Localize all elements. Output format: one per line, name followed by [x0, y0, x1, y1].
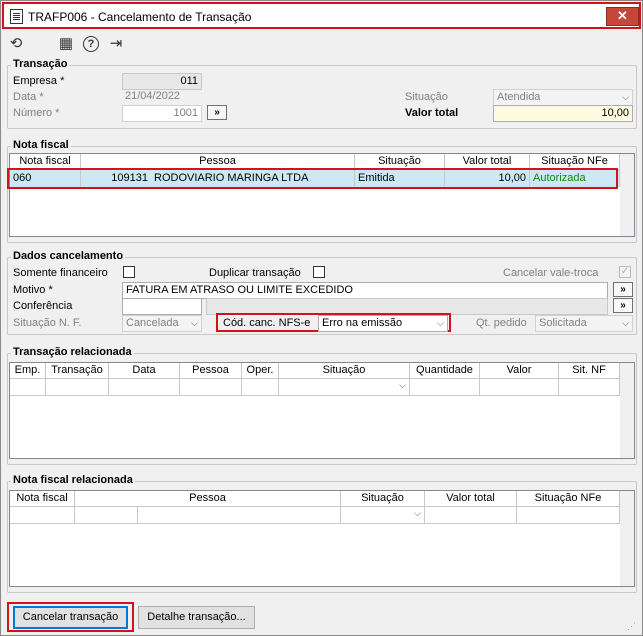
transacao-relacionada-grid: Emp. Transação Data Pessoa Oper. Situaçã… — [9, 362, 635, 459]
cod-canc-label: Cód. canc. NFS-e — [223, 317, 311, 329]
cancelar-vale-label: Cancelar vale-troca — [503, 267, 599, 279]
motivo-field[interactable]: FATURA EM ATRASO OU LIMITE EXCEDIDO — [122, 282, 608, 299]
empty-cell[interactable] — [10, 379, 46, 396]
col-pessoa[interactable]: Pessoa — [75, 491, 341, 507]
col-situacao-nfe[interactable]: Situação NFe — [517, 491, 620, 507]
motivo-label: Motivo * — [13, 284, 53, 296]
numero-label: Número * — [13, 107, 60, 119]
row-highlight — [7, 168, 618, 189]
nota-fiscal-relacionada-grid: Nota fiscal Pessoa Situação Valor total … — [9, 490, 635, 587]
grid-scrollbar[interactable] — [620, 491, 634, 586]
help-icon[interactable]: ? — [83, 36, 99, 52]
conferencia-field[interactable] — [122, 298, 202, 315]
close-button[interactable]: ✕ — [606, 7, 639, 26]
empty-cell[interactable] — [10, 507, 75, 524]
cod-canc-value: Erro na emissão — [322, 317, 403, 329]
nota-fiscal-legend: Nota fiscal — [11, 139, 71, 151]
empty-cell[interactable] — [75, 507, 138, 524]
cancelar-vale-checkbox: ✓ — [619, 266, 631, 278]
data-label: Data * — [13, 91, 44, 103]
somente-financeiro-checkbox[interactable] — [123, 266, 135, 278]
detalhe-transacao-button[interactable]: Detalhe transação... — [138, 606, 255, 629]
resize-grip-icon[interactable]: ⋰ — [627, 621, 637, 631]
chevron-down-icon: ⌵ — [414, 508, 421, 518]
empty-cell[interactable] — [480, 379, 559, 396]
duplicar-label: Duplicar transação — [209, 267, 301, 279]
col-transacao[interactable]: Transação — [46, 363, 109, 379]
col-valor[interactable]: Valor — [480, 363, 559, 379]
empresa-label: Empresa * — [13, 75, 65, 87]
empty-cell[interactable] — [410, 379, 480, 396]
empty-cell[interactable] — [242, 379, 279, 396]
empty-cell[interactable] — [559, 379, 620, 396]
somente-financeiro-label: Somente financeiro — [13, 267, 108, 279]
situacao-nf-select: Cancelada ⌵ — [122, 315, 202, 332]
col-valor-total[interactable]: Valor total — [425, 491, 517, 507]
cancelar-transacao-button[interactable]: Cancelar transação — [13, 606, 128, 629]
conferencia-label: Conferência — [13, 300, 73, 312]
empty-cell[interactable] — [109, 379, 180, 396]
valor-total-field: 10,00 — [493, 105, 633, 122]
nota-fiscal-grid: Nota fiscal Pessoa Situação Valor total … — [9, 153, 635, 237]
empty-cell[interactable] — [517, 507, 620, 524]
qt-pedido-select: Solicitada ⌵ — [535, 315, 633, 332]
duplicar-checkbox[interactable] — [313, 266, 325, 278]
numero-field[interactable]: 1001 — [122, 105, 202, 122]
situacao-label: Situação — [405, 91, 448, 103]
col-data[interactable]: Data — [109, 363, 180, 379]
col-oper[interactable]: Oper. — [242, 363, 279, 379]
situacao-cell-select[interactable]: ⌵ — [279, 379, 410, 396]
title-bar: TRAFP006 - Cancelamento de Transação ✕ — [2, 2, 641, 29]
col-emp[interactable]: Emp. — [10, 363, 46, 379]
nota-fiscal-relacionada-legend: Nota fiscal relacionada — [11, 474, 135, 486]
qt-pedido-value: Solicitada — [539, 317, 587, 329]
calendar-icon[interactable]: ▦ — [57, 35, 75, 53]
dados-cancelamento-legend: Dados cancelamento — [11, 250, 126, 262]
chevron-down-icon: ⌵ — [191, 318, 198, 328]
transacao-legend: Transação — [11, 58, 70, 70]
col-quantidade[interactable]: Quantidade — [410, 363, 480, 379]
situacao-nf-label: Situação N. F. — [13, 317, 82, 329]
exit-icon[interactable]: ⇥ — [107, 35, 125, 53]
motivo-lookup-button[interactable]: » — [613, 282, 633, 297]
cod-canc-select[interactable]: Erro na emissão ⌵ — [318, 315, 448, 332]
col-pessoa[interactable]: Pessoa — [180, 363, 242, 379]
situacao-cell-select[interactable]: ⌵ — [341, 507, 425, 524]
conferencia-lookup-button[interactable]: » — [613, 298, 633, 313]
col-situacao[interactable]: Situação — [341, 491, 425, 507]
empty-cell[interactable] — [425, 507, 517, 524]
valor-total-label: Valor total — [405, 107, 459, 119]
chevron-down-icon: ⌵ — [622, 92, 629, 102]
transacao-relacionada-legend: Transação relacionada — [11, 346, 134, 358]
empty-cell[interactable] — [46, 379, 109, 396]
data-field: 21/04/2022 — [125, 90, 181, 102]
document-icon — [10, 9, 23, 24]
col-nota-fiscal[interactable]: Nota fiscal — [10, 491, 75, 507]
situacao-value: Atendida — [497, 91, 541, 103]
numero-lookup-button[interactable]: » — [207, 105, 227, 120]
chevron-down-icon: ⌵ — [399, 380, 406, 390]
empty-cell[interactable] — [138, 507, 341, 524]
grid-scrollbar[interactable] — [620, 154, 634, 236]
empty-cell[interactable] — [180, 379, 242, 396]
qt-pedido-label: Qt. pedido — [476, 317, 527, 329]
empresa-field[interactable]: 011 — [122, 73, 202, 90]
window-title: TRAFP006 - Cancelamento de Transação — [28, 10, 252, 24]
col-situacao[interactable]: Situação — [279, 363, 410, 379]
undo-icon[interactable]: ⟲ — [7, 35, 25, 53]
situacao-nf-value: Cancelada — [126, 317, 179, 329]
chevron-down-icon: ⌵ — [437, 318, 444, 328]
situacao-select: Atendida ⌵ — [493, 89, 633, 106]
grid-scrollbar[interactable] — [620, 363, 634, 458]
window: TRAFP006 - Cancelamento de Transação ✕ ⟲… — [0, 0, 643, 636]
chevron-down-icon: ⌵ — [622, 318, 629, 328]
col-sit-nf[interactable]: Sit. NF — [559, 363, 620, 379]
